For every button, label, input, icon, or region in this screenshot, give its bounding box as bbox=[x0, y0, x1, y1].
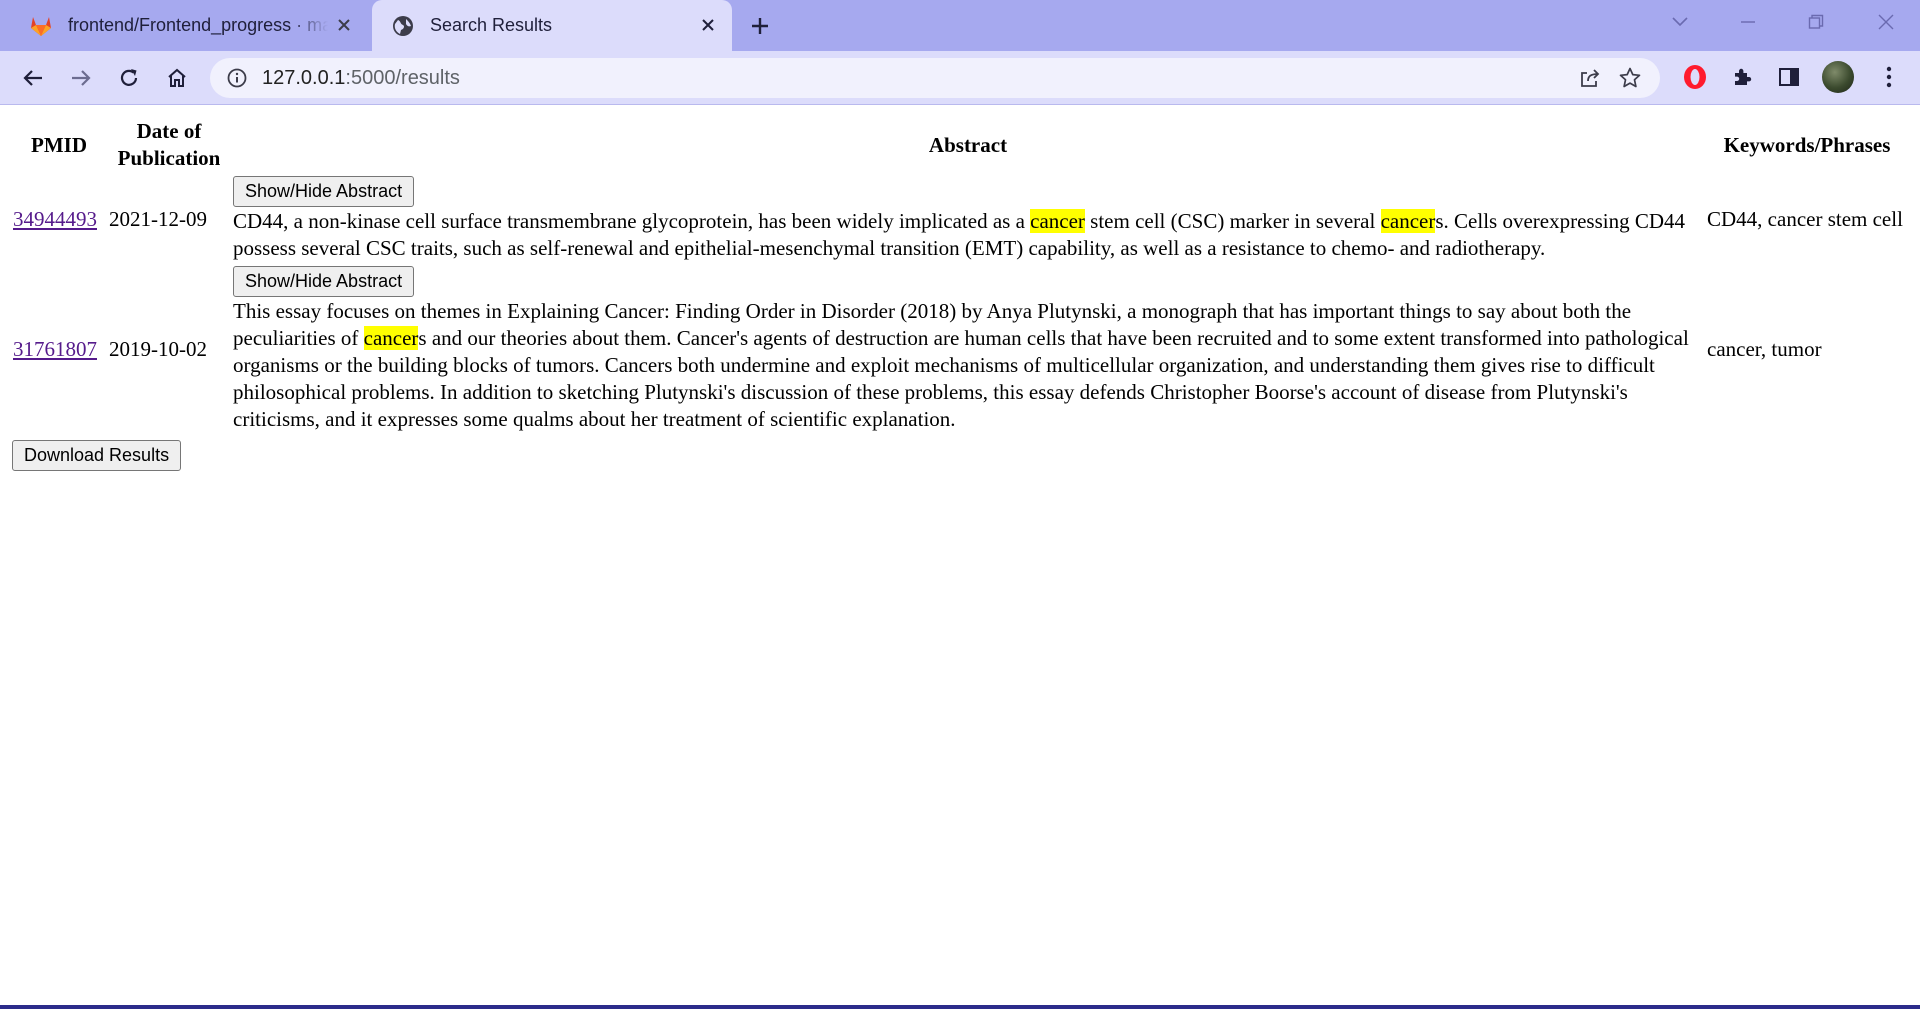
forward-arrow-icon[interactable] bbox=[64, 61, 98, 95]
toggle-abstract-button[interactable]: Show/Hide Abstract bbox=[233, 266, 415, 297]
new-tab-icon[interactable] bbox=[746, 12, 774, 40]
minimize-icon[interactable] bbox=[1728, 10, 1768, 34]
url-path: :5000/results bbox=[345, 67, 460, 89]
close-tab-icon[interactable] bbox=[332, 13, 356, 37]
page-content: PMID Date of Publication Abstract Keywor… bbox=[0, 105, 1920, 1003]
table-row: 31761807 2019-10-02 Show/Hide Abstract T… bbox=[12, 265, 1908, 434]
tab-search-results[interactable]: Search Results bbox=[372, 0, 732, 51]
header-keywords: Keywords/Phrases bbox=[1723, 132, 1891, 157]
reload-icon[interactable] bbox=[112, 61, 146, 95]
abstract-text: This essay focuses on themes in Explaini… bbox=[233, 298, 1703, 433]
tab-strip: frontend/Frontend_progress · main · ... … bbox=[0, 0, 1920, 51]
keywords-cell: cancer, tumor bbox=[1707, 337, 1822, 361]
tab-title: frontend/Frontend_progress · main · ... bbox=[68, 15, 328, 35]
site-info-icon[interactable] bbox=[226, 67, 248, 89]
share-icon[interactable] bbox=[1578, 66, 1602, 90]
highlighted-term: cancer bbox=[1380, 209, 1436, 233]
download-results-button[interactable]: Download Results bbox=[12, 440, 182, 471]
header-date: Date of Publication bbox=[117, 119, 221, 170]
abstract-text: CD44, a non-kinase cell surface transmem… bbox=[233, 208, 1703, 262]
tab-title: Search Results bbox=[430, 15, 553, 35]
highlighted-term: cancer bbox=[1030, 209, 1085, 233]
home-icon[interactable] bbox=[160, 61, 194, 95]
header-pmid: PMID bbox=[31, 132, 87, 157]
abstract-text-part: stem cell (CSC) marker in several bbox=[1084, 209, 1381, 233]
results-table: PMID Date of Publication Abstract Keywor… bbox=[10, 115, 1910, 436]
pmid-link[interactable]: 34944493 bbox=[13, 207, 97, 231]
header-abstract: Abstract bbox=[928, 132, 1008, 157]
header-row: PMID Date of Publication Abstract Keywor… bbox=[12, 117, 1908, 173]
close-window-icon[interactable] bbox=[1866, 10, 1906, 34]
menu-kebab-icon[interactable] bbox=[1872, 60, 1906, 94]
pmid-link[interactable]: 31761807 bbox=[13, 337, 97, 361]
bottom-border bbox=[0, 1005, 1920, 1009]
bookmark-star-icon[interactable] bbox=[1618, 66, 1642, 90]
browser-toolbar: 127.0.0.1:5000/results bbox=[0, 51, 1920, 105]
url-text[interactable]: 127.0.0.1:5000/results bbox=[262, 67, 460, 90]
pmid-cell: 34944493 bbox=[12, 175, 106, 263]
highlighted-term: cancer bbox=[363, 326, 419, 350]
profile-avatar[interactable] bbox=[1822, 61, 1854, 93]
tab-gitlab[interactable]: frontend/Frontend_progress · main · ... bbox=[0, 0, 368, 51]
close-tab-icon[interactable] bbox=[696, 13, 720, 37]
address-bar[interactable]: 127.0.0.1:5000/results bbox=[210, 58, 1660, 98]
url-host: 127.0.0.1 bbox=[262, 67, 346, 89]
globe-icon bbox=[390, 13, 416, 39]
gitlab-icon bbox=[28, 13, 54, 39]
tab-search-chevron-icon[interactable] bbox=[1660, 10, 1700, 34]
date-cell: 2021-12-09 bbox=[109, 206, 207, 231]
abstract-text-part: CD44, a non-kinase cell surface transmem… bbox=[233, 209, 1031, 233]
opera-extension-icon[interactable] bbox=[1678, 60, 1712, 94]
pmid-cell: 31761807 bbox=[12, 265, 106, 434]
toggle-abstract-button[interactable]: Show/Hide Abstract bbox=[233, 176, 415, 207]
abstract-cell: Show/Hide Abstract CD44, a non-kinase ce… bbox=[232, 175, 1704, 263]
side-panel-icon[interactable] bbox=[1772, 60, 1806, 94]
abstract-text-part: s and our theories about them. Cancer's … bbox=[233, 326, 1689, 431]
date-cell: 2019-10-02 bbox=[109, 337, 207, 361]
extensions-puzzle-icon[interactable] bbox=[1726, 60, 1760, 94]
restore-icon[interactable] bbox=[1796, 10, 1836, 34]
abstract-cell: Show/Hide Abstract This essay focuses on… bbox=[232, 265, 1704, 434]
keywords-cell: CD44, cancer stem cell bbox=[1707, 206, 1903, 231]
table-row: 34944493 2021-12-09 Show/Hide Abstract C… bbox=[12, 175, 1908, 263]
back-arrow-icon[interactable] bbox=[16, 61, 50, 95]
